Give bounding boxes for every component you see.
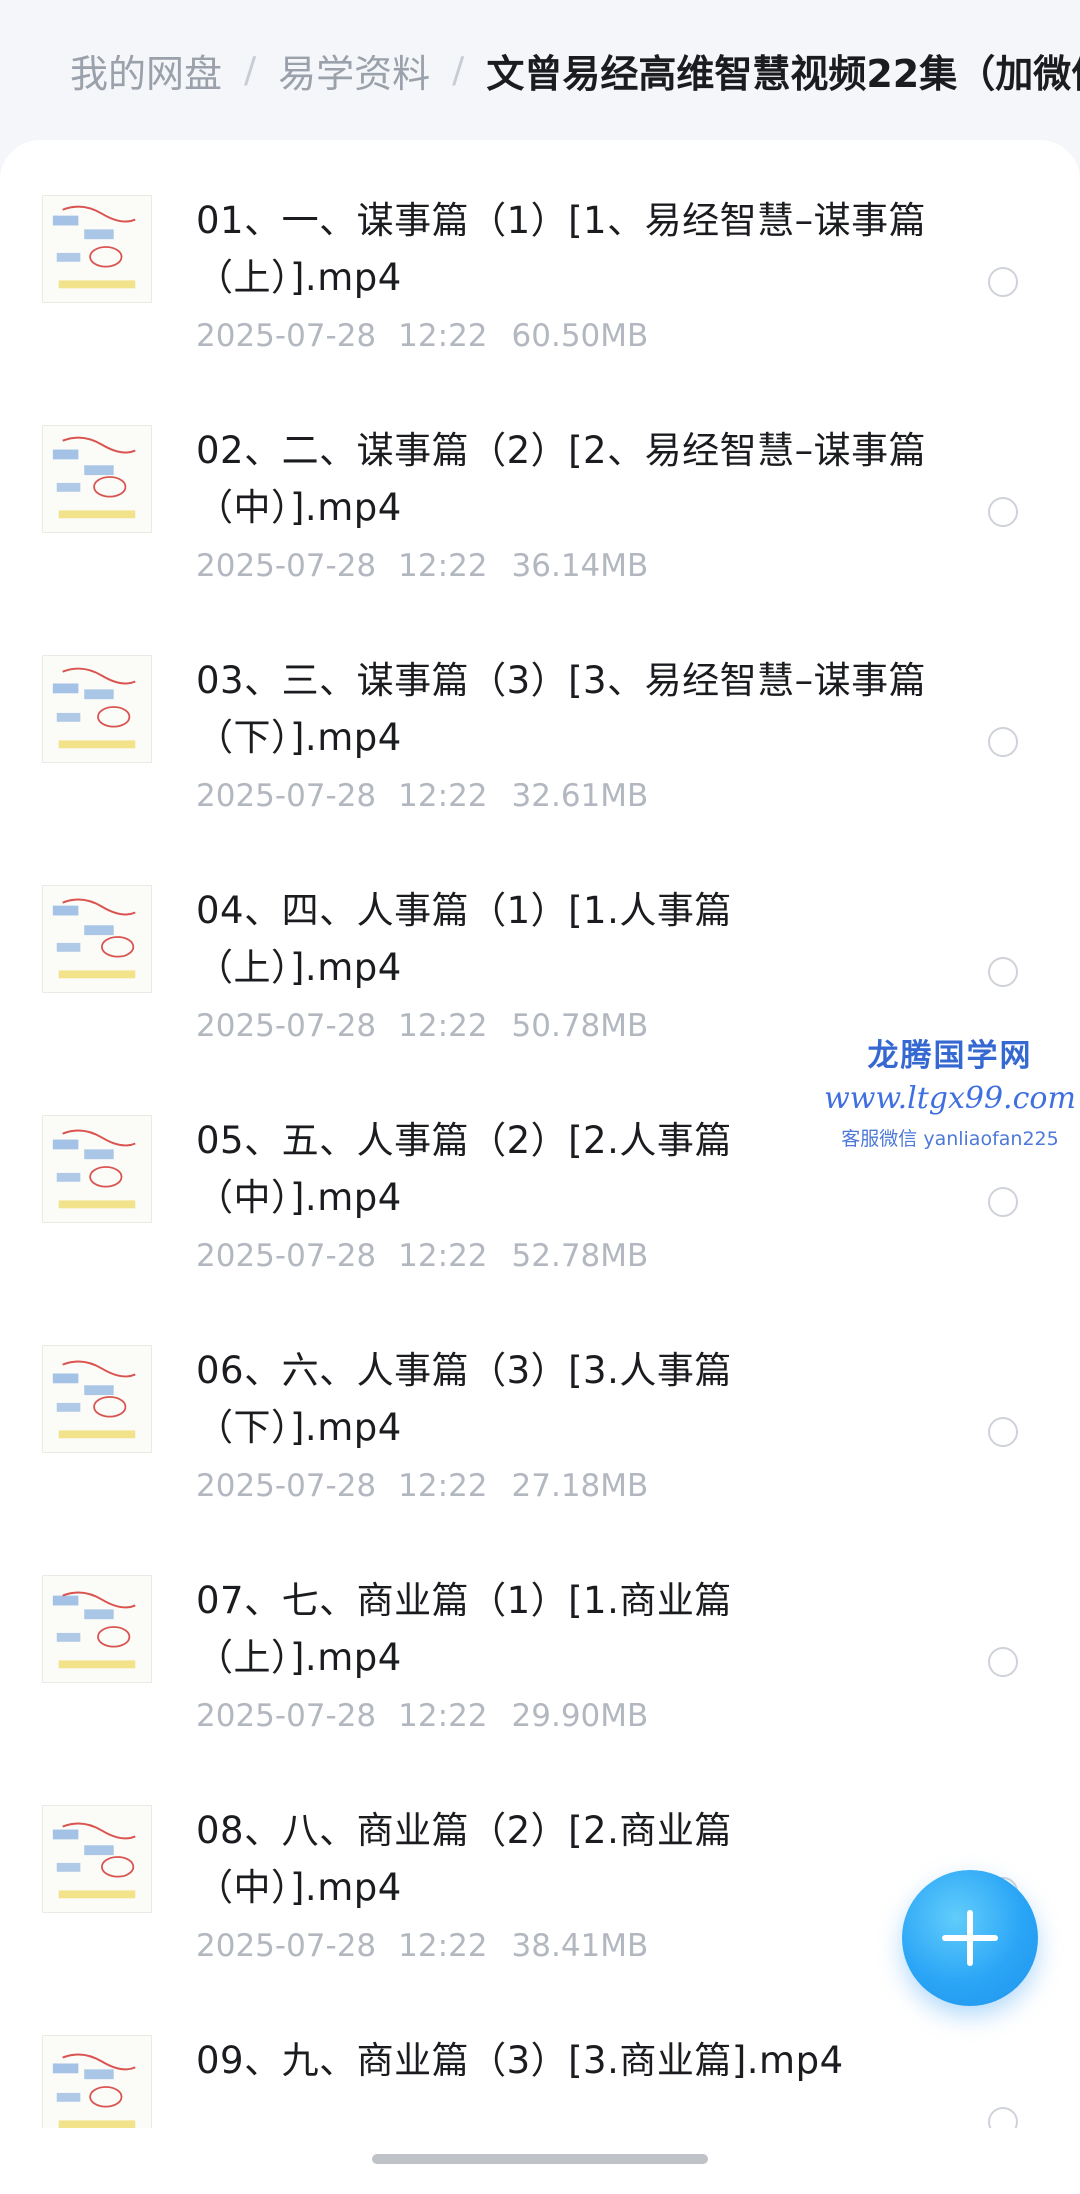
file-time: 12:22 [398, 1928, 488, 1964]
breadcrumb: 我的网盘 / 易学资料 / 文曾易经高维智慧视频22集（加微信 [0, 0, 1080, 140]
video-thumbnail [42, 2035, 152, 2128]
select-radio[interactable] [988, 267, 1018, 297]
screen: 我的网盘 / 易学资料 / 文曾易经高维智慧视频22集（加微信 01、一、谋事篇… [0, 0, 1080, 2194]
watermark-title: 龙腾国学网 [867, 1038, 1033, 1074]
breadcrumb-item-root[interactable]: 我的网盘 [70, 43, 222, 98]
file-row[interactable]: 01、一、谋事篇（1）[1、易经智慧–谋事篇（上）].mp4 2025-07-28… [0, 140, 1080, 370]
file-time: 12:22 [398, 548, 488, 584]
file-time: 12:22 [398, 1698, 488, 1734]
video-thumbnail [42, 1115, 152, 1223]
select-radio[interactable] [988, 1187, 1018, 1217]
file-row[interactable]: 06、六、人事篇（3）[3.人事篇（下）].mp4 2025-07-28 12:22… [0, 1290, 1080, 1520]
file-name: 04、四、人事篇（1）[1.人事篇（上）].mp4 [196, 889, 732, 989]
file-date: 2025-07-28 [196, 548, 377, 584]
video-thumbnail [42, 1345, 152, 1453]
select-radio[interactable] [988, 497, 1018, 527]
file-date: 2025-07-28 [196, 1698, 377, 1734]
video-thumbnail [42, 655, 152, 763]
file-meta: 2025-07-28 12:22 29.90MB [196, 1698, 648, 1734]
file-time: 12:22 [398, 1468, 488, 1504]
select-radio[interactable] [988, 1417, 1018, 1447]
video-thumbnail [42, 425, 152, 533]
file-name: 07、七、商业篇（1）[1.商业篇（上）].mp4 [196, 1579, 732, 1679]
file-time: 12:22 [398, 318, 488, 354]
file-row[interactable]: 02、二、谋事篇（2）[2、易经智慧–谋事篇（中）].mp4 2025-07-28… [0, 370, 1080, 600]
file-date: 2025-07-28 [196, 1468, 377, 1504]
breadcrumb-item-current: 文曾易经高维智慧视频22集（加微信 [486, 51, 1080, 96]
file-size: 32.61MB [511, 778, 649, 814]
file-name: 08、八、商业篇（2）[2.商业篇（中）].mp4 [196, 1809, 732, 1909]
file-meta: 2025-07-28 12:22 32.61MB [196, 778, 648, 814]
file-time: 12:22 [398, 778, 488, 814]
file-date: 2025-07-28 [196, 1238, 377, 1274]
file-name: 09、九、商业篇（3）[3.商业篇].mp4 [196, 2039, 844, 2082]
select-radio[interactable] [988, 727, 1018, 757]
home-indicator[interactable] [372, 2154, 708, 2164]
file-name: 02、二、谋事篇（2）[2、易经智慧–谋事篇（中）].mp4 [196, 429, 927, 529]
watermark: 龙腾国学网 www.ltgx99.com 客服微信 yanliaofan225 [820, 1030, 1080, 1151]
file-size: 27.18MB [511, 1468, 649, 1504]
video-thumbnail [42, 1575, 152, 1683]
watermark-url: www.ltgx99.com [824, 1081, 1076, 1116]
file-name: 06、六、人事篇（3）[3.人事篇（下）].mp4 [196, 1349, 732, 1449]
file-size: 36.14MB [511, 548, 649, 584]
file-row[interactable]: 09、九、商业篇（3）[3.商业篇].mp42025-07-2812:2250.… [0, 1980, 1080, 2128]
select-radio[interactable] [988, 1647, 1018, 1677]
file-date: 2025-07-28 [196, 1928, 377, 1964]
file-row[interactable]: 07、七、商业篇（1）[1.商业篇（上）].mp4 2025-07-28 12:22… [0, 1520, 1080, 1750]
file-meta: 2025-07-28 12:22 36.14MB [196, 548, 648, 584]
video-thumbnail [42, 195, 152, 303]
select-radio[interactable] [988, 2107, 1018, 2128]
file-meta: 2025-07-28 12:22 52.78MB [196, 1238, 648, 1274]
file-meta: 2025-07-28 12:22 27.18MB [196, 1468, 648, 1504]
watermark-contact: 客服微信 yanliaofan225 [841, 1128, 1059, 1150]
video-thumbnail [42, 885, 152, 993]
breadcrumb-separator: / [452, 49, 465, 91]
file-name: 01、一、谋事篇（1）[1、易经智慧–谋事篇（上）].mp4 [196, 199, 927, 299]
select-radio[interactable] [988, 957, 1018, 987]
breadcrumb-separator: / [244, 49, 257, 91]
file-name: 03、三、谋事篇（3）[3、易经智慧–谋事篇（下）].mp4 [196, 659, 927, 759]
file-date: 2025-07-28 [196, 778, 377, 814]
file-date: 2025-07-28 [196, 318, 377, 354]
file-date: 2025-07-28 [196, 1008, 377, 1044]
file-size: 29.90MB [511, 1698, 649, 1734]
file-meta: 2025-07-28 12:22 38.41MB [196, 1928, 648, 1964]
file-meta: 2025-07-28 12:22 50.78MB [196, 1008, 648, 1044]
add-button[interactable] [902, 1870, 1038, 2006]
file-size: 60.50MB [511, 318, 649, 354]
file-row[interactable]: 04、四、人事篇（1）[1.人事篇（上）].mp4 2025-07-28 12:22… [0, 830, 1080, 1060]
file-time: 12:22 [398, 1238, 488, 1274]
plus-icon [942, 1910, 998, 1966]
video-thumbnail [42, 1805, 152, 1913]
file-size: 38.41MB [511, 1928, 649, 1964]
file-meta: 2025-07-28 12:22 60.50MB [196, 318, 648, 354]
file-row[interactable]: 03、三、谋事篇（3）[3、易经智慧–谋事篇（下）].mp4 2025-07-28… [0, 600, 1080, 830]
file-time: 12:22 [398, 1008, 488, 1044]
file-list-sheet: 01、一、谋事篇（1）[1、易经智慧–谋事篇（上）].mp4 2025-07-28… [0, 140, 1080, 2194]
breadcrumb-item-folder[interactable]: 易学资料 [278, 43, 430, 98]
file-size: 50.78MB [511, 1008, 649, 1044]
file-size: 52.78MB [511, 1238, 649, 1274]
